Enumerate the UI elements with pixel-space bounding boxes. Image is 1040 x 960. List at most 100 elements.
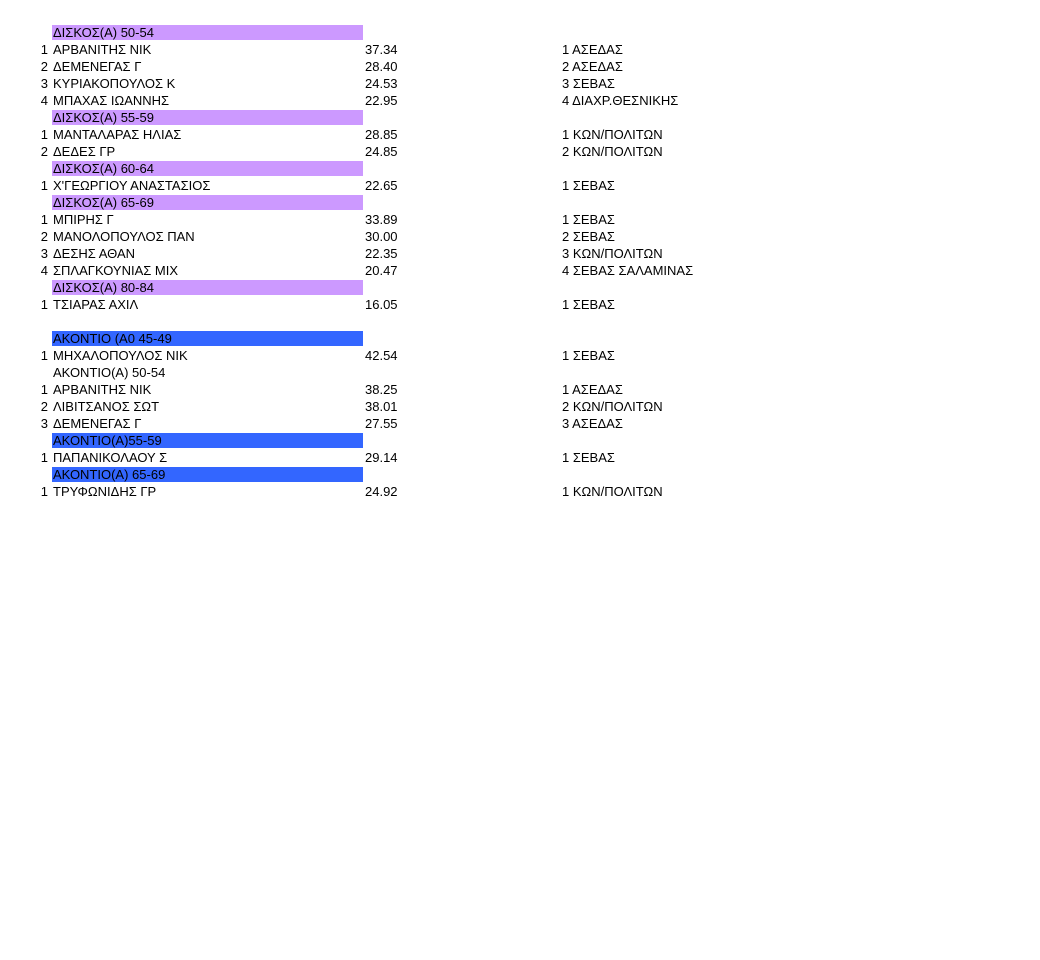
category-header-row: ΑΚΟΝΤΙΟ(Α) 65-69 — [0, 466, 760, 483]
mark-cell: 30.00 — [365, 229, 398, 244]
rank-cell: 3 — [40, 76, 48, 91]
club-cell: 1 ΣΕΒΑΣ — [562, 297, 615, 312]
club-cell: 1 ΑΣΕΔΑΣ — [562, 382, 623, 397]
athlete-name-cell: ΜΗΧΑΛΟΠΟΥΛΟΣ ΝΙΚ — [53, 348, 188, 363]
athlete-name-cell: Χ'ΓΕΩΡΓΙΟΥ ΑΝΑΣΤΑΣΙΟΣ — [53, 178, 211, 193]
result-row: 4 ΜΠΑΧΑΣ ΙΩΑΝΝΗΣ 22.95 4 ΔΙΑΧΡ.ΘΕΣΝΙΚΗΣ — [0, 92, 760, 109]
result-row: 1 ΠΑΠΑΝΙΚΟΛΑΟΥ Σ 29.14 1 ΣΕΒΑΣ — [0, 449, 760, 466]
mark-cell: 28.85 — [365, 127, 398, 142]
mark-cell: 27.55 — [365, 416, 398, 431]
club-cell: 2 ΚΩΝ/ΠΟΛΙΤΩΝ — [562, 399, 663, 414]
result-row: 1 ΑΡΒΑΝΙΤΗΣ ΝΙΚ 37.34 1 ΑΣΕΔΑΣ — [0, 41, 760, 58]
club-cell: 2 ΚΩΝ/ΠΟΛΙΤΩΝ — [562, 144, 663, 159]
category-title: ΔΙΣΚΟΣ(Α) 80-84 — [52, 280, 363, 295]
athlete-name-cell: ΑΡΒΑΝΙΤΗΣ ΝΙΚ — [53, 382, 152, 397]
athlete-name-cell: ΣΠΛΑΓΚΟΥΝΙΑΣ ΜΙΧ — [53, 263, 179, 278]
result-row: 1 ΤΣΙΑΡΑΣ ΑΧΙΛ 16.05 1 ΣΕΒΑΣ — [0, 296, 760, 313]
rank-cell: 1 — [40, 450, 48, 465]
category-title: ΔΙΣΚΟΣ(Α) 65-69 — [52, 195, 363, 210]
result-row: 2 ΔΕΜΕΝΕΓΑΣ Γ 28.40 2 ΑΣΕΔΑΣ — [0, 58, 760, 75]
rank-cell: 4 — [40, 93, 48, 108]
category-header-row: ΔΙΣΚΟΣ(Α) 60-64 — [0, 160, 760, 177]
result-row: 1 ΤΡΥΦΩΝΙΔΗΣ ΓΡ 24.92 1 ΚΩΝ/ΠΟΛΙΤΩΝ — [0, 483, 760, 500]
mark-cell: 29.14 — [365, 450, 398, 465]
results-sheet: ΔΙΣΚΟΣ(Α) 50-54 1 ΑΡΒΑΝΙΤΗΣ ΝΙΚ 37.34 1 ΑΣΕΔ… — [0, 24, 760, 500]
athlete-name-cell: ΜΑΝΤΑΛΑΡΑΣ ΗΛΙΑΣ — [53, 127, 182, 142]
result-row: 4 ΣΠΛΑΓΚΟΥΝΙΑΣ ΜΙΧ 20.47 4 ΣΕΒΑΣ ΣΑΛΑΜΙΝΑΣ — [0, 262, 760, 279]
result-row: 3 ΔΕΜΕΝΕΓΑΣ Γ 27.55 3 ΑΣΕΔΑΣ — [0, 415, 760, 432]
rank-cell: 2 — [40, 229, 48, 244]
mark-cell: 22.35 — [365, 246, 398, 261]
result-row: 2 ΜΑΝΟΛΟΠΟΥΛΟΣ ΠΑΝ 30.00 2 ΣΕΒΑΣ — [0, 228, 760, 245]
mark-cell: 42.54 — [365, 348, 398, 363]
rank-cell: 3 — [40, 246, 48, 261]
category-title: ΑΚΟΝΤΙΟ(Α) 65-69 — [52, 467, 363, 482]
rank-cell: 4 — [40, 263, 48, 278]
category-title: ΔΙΣΚΟΣ(Α) 50-54 — [52, 25, 363, 40]
rank-cell: 1 — [40, 212, 48, 227]
rank-cell: 1 — [40, 382, 48, 397]
mark-cell: 22.65 — [365, 178, 398, 193]
result-row: 1 Χ'ΓΕΩΡΓΙΟΥ ΑΝΑΣΤΑΣΙΟΣ 22.65 1 ΣΕΒΑΣ — [0, 177, 760, 194]
athlete-name-cell: ΚΥΡΙΑΚΟΠΟΥΛΟΣ Κ — [53, 76, 176, 91]
result-row: 2 ΔΕΔΕΣ ΓΡ 24.85 2 ΚΩΝ/ΠΟΛΙΤΩΝ — [0, 143, 760, 160]
result-row: 1 ΜΑΝΤΑΛΑΡΑΣ ΗΛΙΑΣ 28.85 1 ΚΩΝ/ΠΟΛΙΤΩΝ — [0, 126, 760, 143]
athlete-name-cell: ΠΑΠΑΝΙΚΟΛΑΟΥ Σ — [53, 450, 168, 465]
blank-row — [0, 313, 760, 330]
result-row: 3 ΚΥΡΙΑΚΟΠΟΥΛΟΣ Κ 24.53 3 ΣΕΒΑΣ — [0, 75, 760, 92]
athlete-name-cell: ΛΙΒΙΤΣΑΝΟΣ ΣΩΤ — [53, 399, 160, 414]
mark-cell: 38.25 — [365, 382, 398, 397]
athlete-name-cell: ΤΡΥΦΩΝΙΔΗΣ ΓΡ — [53, 484, 157, 499]
club-cell: 1 ΑΣΕΔΑΣ — [562, 42, 623, 57]
club-cell: 3 ΑΣΕΔΑΣ — [562, 416, 623, 431]
mark-cell: 24.85 — [365, 144, 398, 159]
category-header-row: ΑΚΟΝΤΙΟ(Α)55-59 — [0, 432, 760, 449]
mark-cell: 22.95 — [365, 93, 398, 108]
mark-cell: 16.05 — [365, 297, 398, 312]
rank-cell: 2 — [40, 59, 48, 74]
club-cell: 1 ΣΕΒΑΣ — [562, 212, 615, 227]
category-header-row: ΑΚΟΝΤΙΟ(Α) 50-54 — [0, 364, 760, 381]
athlete-name-cell: ΜΠΑΧΑΣ ΙΩΑΝΝΗΣ — [53, 93, 170, 108]
mark-cell: 33.89 — [365, 212, 398, 227]
athlete-name-cell: ΔΕΜΕΝΕΓΑΣ Γ — [53, 59, 142, 74]
rank-cell: 2 — [40, 399, 48, 414]
category-header-row: ΑΚΟΝΤΙΟ (Α0 45-49 — [0, 330, 760, 347]
mark-cell: 28.40 — [365, 59, 398, 74]
category-title: ΑΚΟΝΤΙΟ(Α) 50-54 — [53, 365, 166, 380]
result-row: 1 ΑΡΒΑΝΙΤΗΣ ΝΙΚ 38.25 1 ΑΣΕΔΑΣ — [0, 381, 760, 398]
rank-cell: 2 — [40, 144, 48, 159]
result-row: 2 ΛΙΒΙΤΣΑΝΟΣ ΣΩΤ 38.01 2 ΚΩΝ/ΠΟΛΙΤΩΝ — [0, 398, 760, 415]
athlete-name-cell: ΔΕΣΗΣ ΑΘΑΝ — [53, 246, 136, 261]
category-header-row: ΔΙΣΚΟΣ(Α) 80-84 — [0, 279, 760, 296]
mark-cell: 38.01 — [365, 399, 398, 414]
athlete-name-cell: ΔΕΜΕΝΕΓΑΣ Γ — [53, 416, 142, 431]
rank-cell: 1 — [40, 297, 48, 312]
club-cell: 2 ΣΕΒΑΣ — [562, 229, 615, 244]
club-cell: 3 ΣΕΒΑΣ — [562, 76, 615, 91]
rank-cell: 1 — [40, 484, 48, 499]
result-row: 1 ΜΠΙΡΗΣ Γ 33.89 1 ΣΕΒΑΣ — [0, 211, 760, 228]
club-cell: 3 ΚΩΝ/ΠΟΛΙΤΩΝ — [562, 246, 663, 261]
rank-cell: 1 — [40, 42, 48, 57]
category-header-row: ΔΙΣΚΟΣ(Α) 55-59 — [0, 109, 760, 126]
mark-cell: 20.47 — [365, 263, 398, 278]
club-cell: 2 ΑΣΕΔΑΣ — [562, 59, 623, 74]
rank-cell: 3 — [40, 416, 48, 431]
category-title: ΔΙΣΚΟΣ(Α) 60-64 — [52, 161, 363, 176]
rank-cell: 1 — [40, 127, 48, 142]
athlete-name-cell: ΤΣΙΑΡΑΣ ΑΧΙΛ — [53, 297, 139, 312]
athlete-name-cell: ΔΕΔΕΣ ΓΡ — [53, 144, 116, 159]
category-title: ΑΚΟΝΤΙΟ (Α0 45-49 — [52, 331, 363, 346]
club-cell: 4 ΣΕΒΑΣ ΣΑΛΑΜΙΝΑΣ — [562, 263, 694, 278]
category-header-row: ΔΙΣΚΟΣ(Α) 65-69 — [0, 194, 760, 211]
category-title: ΔΙΣΚΟΣ(Α) 55-59 — [52, 110, 363, 125]
result-row: 1 ΜΗΧΑΛΟΠΟΥΛΟΣ ΝΙΚ 42.54 1 ΣΕΒΑΣ — [0, 347, 760, 364]
club-cell: 1 ΣΕΒΑΣ — [562, 450, 615, 465]
category-header-row: ΔΙΣΚΟΣ(Α) 50-54 — [0, 24, 760, 41]
club-cell: 1 ΚΩΝ/ΠΟΛΙΤΩΝ — [562, 484, 663, 499]
mark-cell: 37.34 — [365, 42, 398, 57]
club-cell: 1 ΣΕΒΑΣ — [562, 178, 615, 193]
club-cell: 4 ΔΙΑΧΡ.ΘΕΣΝΙΚΗΣ — [562, 93, 679, 108]
category-title: ΑΚΟΝΤΙΟ(Α)55-59 — [52, 433, 363, 448]
